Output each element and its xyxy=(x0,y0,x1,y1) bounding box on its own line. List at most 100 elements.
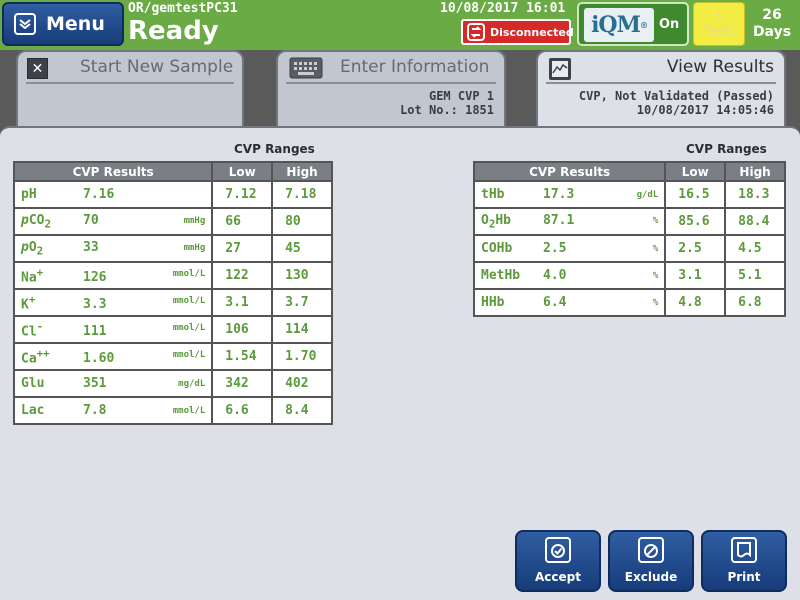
tab-view-results-label: View Results xyxy=(666,57,774,77)
accept-icon xyxy=(545,537,571,563)
analyte-unit: % xyxy=(652,244,659,254)
results-table-right: CVP Results Low High tHb 17.3 g/dL 16.5 18.3… xyxy=(472,161,786,317)
range-low: 7.12 xyxy=(211,180,274,209)
tests-remaining[interactable]: 5 Tests xyxy=(693,2,745,46)
range-high: 6.8 xyxy=(724,288,786,317)
result-datetime: 10/08/2017 14:05:46 xyxy=(636,103,774,117)
result-cell: O2Hb 87.1% xyxy=(472,207,667,236)
analyte-value: 7.16 xyxy=(83,187,115,202)
table-row: MetHb 4.0% 3.1 5.1 xyxy=(472,261,786,290)
table-row: COHb 2.5% 2.5 4.5 xyxy=(472,234,786,263)
analyte-value: 87.1 xyxy=(543,212,575,228)
tab-enter-information[interactable]: Enter Information GEM CVP 1 Lot No.: 185… xyxy=(276,50,506,130)
table-row: Na+ 126 mmol/L 122 130 xyxy=(12,261,333,290)
table-row: pH 7.16 7.12 7.18 xyxy=(12,180,333,209)
analyte-unit: mmol/L xyxy=(172,268,206,279)
result-cell: pCO2 70 mmHg xyxy=(12,207,214,236)
result-cell: HHb 6.4% xyxy=(472,288,667,317)
iqm-status[interactable]: iQM ® On xyxy=(577,2,689,46)
analyte-unit: mmol/L xyxy=(172,349,206,360)
result-cell: tHb 17.3 g/dL xyxy=(472,180,667,209)
analyte-name: MetHb xyxy=(481,268,521,283)
print-label: Print xyxy=(727,570,761,584)
result-cell: K+ 3.3 mmol/L xyxy=(12,288,214,317)
analyte-value: 351 xyxy=(83,376,107,391)
print-icon xyxy=(731,537,757,563)
analyte-value: 3.3 xyxy=(83,297,107,313)
days-remaining[interactable]: 26 Days xyxy=(747,2,797,46)
range-high: 88.4 xyxy=(724,207,786,236)
analyte-name: Glu xyxy=(21,376,45,391)
range-high: 402 xyxy=(271,369,333,398)
table-header-row: CVP Results Low High xyxy=(472,161,786,182)
tab-divider xyxy=(286,82,496,84)
system-status: Ready xyxy=(128,16,219,46)
analyte-value: 4.0 xyxy=(543,268,567,283)
tab-start-new-sample[interactable]: ✕ Start New Sample xyxy=(16,50,244,130)
analyte-unit: mmHg xyxy=(183,242,206,253)
analyte-unit: mg/dL xyxy=(178,379,206,389)
analyte-unit: mmol/L xyxy=(172,406,206,416)
analyte-value: 33 xyxy=(83,239,99,255)
disconnect-icon xyxy=(467,23,485,41)
analyte-name: tHb xyxy=(481,187,505,202)
days-count: 26 xyxy=(762,7,782,23)
analyte-value: 70 xyxy=(83,212,99,228)
table-row: Ca++ 1.60 mmol/L 1.54 1.70 xyxy=(12,342,333,371)
table-row: HHb 6.4% 4.8 6.8 xyxy=(472,288,786,317)
range-low: 106 xyxy=(211,315,274,344)
analyte-value: 6.4 xyxy=(543,295,567,310)
exclude-icon xyxy=(638,537,664,563)
tab-view-results[interactable]: View Results CVP, Not Validated (Passed)… xyxy=(536,50,786,130)
range-high: 1.70 xyxy=(271,342,333,371)
results-panel: CVP Ranges CVP Results Low High pH 7.16 7.… xyxy=(0,126,800,600)
result-cell: Lac 7.8 mmol/L xyxy=(12,396,214,425)
analyte-name: COHb xyxy=(481,241,513,256)
range-high: 18.3 xyxy=(724,180,786,209)
analyte-value: 1.60 xyxy=(83,351,115,367)
range-high: 80 xyxy=(271,207,333,236)
range-high: 130 xyxy=(271,261,333,290)
chevron-down-icon xyxy=(14,13,36,35)
col-header-low: Low xyxy=(211,161,274,182)
col-header-results: CVP Results xyxy=(12,161,214,182)
analyte-unit: % xyxy=(652,215,659,226)
accept-button[interactable]: Accept xyxy=(515,530,601,592)
table-row: Lac 7.8 mmol/L 6.6 8.4 xyxy=(12,396,333,425)
lot-number: Lot No.: 1851 xyxy=(400,103,494,117)
ranges-title-left: CVP Ranges xyxy=(234,142,315,156)
analyte-name: Cl- xyxy=(21,319,44,340)
result-cell: Ca++ 1.60 mmol/L xyxy=(12,342,214,371)
analyte-unit: % xyxy=(652,298,659,308)
range-high: 8.4 xyxy=(271,396,333,425)
analyte-value: 17.3 xyxy=(543,187,575,202)
result-cell: Cl- 111 mmol/L xyxy=(12,315,214,344)
range-low: 3.1 xyxy=(211,288,274,317)
range-low: 4.8 xyxy=(664,288,727,317)
range-low: 66 xyxy=(211,207,274,236)
analyte-name: Na+ xyxy=(21,265,44,286)
keyboard-icon xyxy=(289,57,323,83)
range-high: 45 xyxy=(271,234,333,263)
analyte-name: O2Hb xyxy=(481,212,512,231)
connection-status-label: Disconnected xyxy=(490,25,574,39)
result-cell: Na+ 126 mmol/L xyxy=(12,261,214,290)
tests-label: Tests xyxy=(704,24,734,38)
exclude-button[interactable]: Exclude xyxy=(608,530,694,592)
analyte-unit: % xyxy=(652,271,659,281)
tests-count: 5 xyxy=(715,9,723,23)
menu-button[interactable]: Menu xyxy=(2,2,124,46)
analyte-unit: mmol/L xyxy=(172,295,206,306)
product-name: GEM CVP 1 xyxy=(428,89,494,103)
analyte-unit: g/dL xyxy=(636,190,659,200)
analyte-value: 111 xyxy=(83,324,107,340)
table-row: pO2 33 mmHg 27 45 xyxy=(12,234,333,263)
connection-status-badge[interactable]: Disconnected xyxy=(461,19,574,45)
close-icon[interactable]: ✕ xyxy=(27,58,48,79)
print-button[interactable]: Print xyxy=(701,530,787,592)
iqm-state: On xyxy=(659,17,680,32)
table-row: pCO2 70 mmHg 66 80 xyxy=(12,207,333,236)
result-cell: pH 7.16 xyxy=(12,180,214,209)
table-row: K+ 3.3 mmol/L 3.1 3.7 xyxy=(12,288,333,317)
range-low: 6.6 xyxy=(211,396,274,425)
